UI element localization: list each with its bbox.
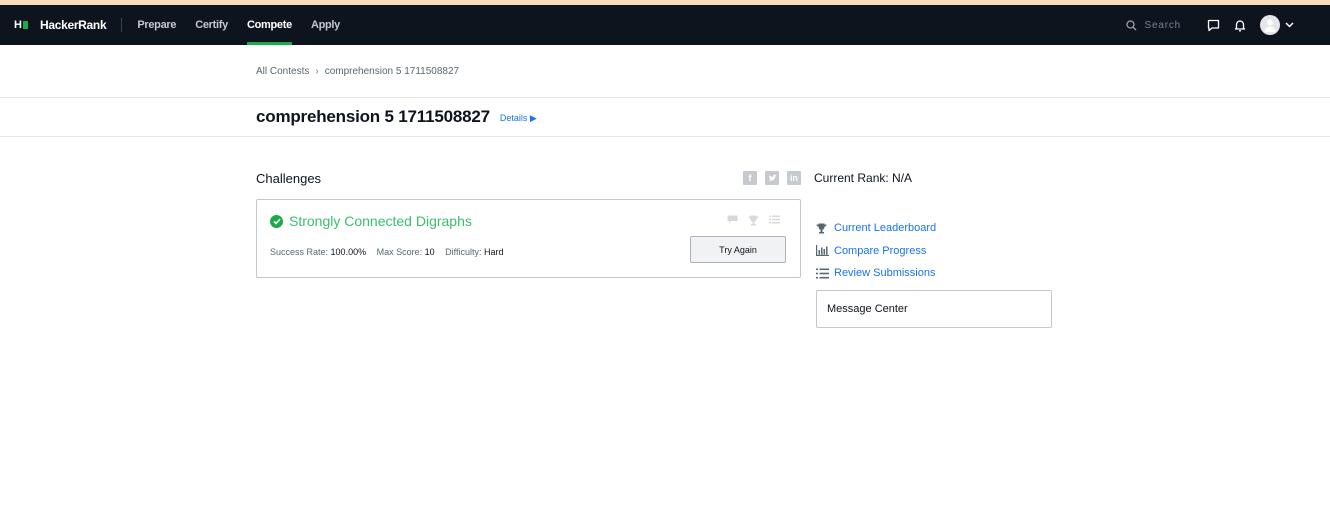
current-leaderboard-label: Current Leaderboard: [834, 222, 937, 235]
discussion-icon[interactable]: [727, 215, 738, 226]
top-navbar: H HackerRank Prepare Certify Compete App…: [0, 5, 1330, 45]
breadcrumb-current: comprehension 5 1711508827: [324, 65, 460, 77]
logo-text: HackerRank: [39, 18, 107, 32]
twitter-icon[interactable]: [765, 171, 779, 185]
trophy-icon[interactable]: [748, 215, 759, 226]
breadcrumb-all-contests[interactable]: All Contests: [256, 66, 309, 77]
bell-icon: [1234, 19, 1246, 31]
nav-link-compete[interactable]: Compete: [246, 5, 292, 45]
search-icon: [1125, 19, 1136, 30]
message-center-label: Message Center: [827, 303, 908, 315]
nav-link-apply[interactable]: Apply: [311, 5, 340, 45]
notifications-button[interactable]: [1234, 19, 1246, 32]
nav-right: Search: [1125, 5, 1330, 45]
review-submissions-link[interactable]: Review Submissions: [816, 262, 936, 285]
message-center-box[interactable]: Message Center: [816, 290, 1052, 328]
nav-link-prepare[interactable]: Prepare: [137, 5, 176, 45]
breadcrumb: All Contests › comprehension 5 171150882…: [0, 45, 1330, 98]
challenge-card-icons: [717, 215, 780, 226]
logo-mark-icon: H: [14, 19, 28, 31]
nav-link-certify[interactable]: Certify: [195, 5, 228, 45]
list-icon: [816, 268, 829, 279]
chevron-down-icon: [1285, 22, 1294, 28]
chat-icon: [1207, 19, 1220, 31]
current-leaderboard-link[interactable]: Current Leaderboard: [816, 217, 936, 240]
success-rate-value: 100.00%: [330, 247, 367, 257]
details-link[interactable]: Details ▶: [500, 113, 537, 124]
difficulty-value: Hard: [484, 247, 504, 257]
try-again-button[interactable]: Try Again: [690, 236, 786, 263]
profile-dropdown-button[interactable]: [1285, 22, 1294, 28]
share-buttons: f in: [743, 171, 809, 185]
messages-button[interactable]: [1207, 19, 1220, 32]
user-icon: [1264, 19, 1276, 32]
search-input[interactable]: Search: [1125, 19, 1182, 31]
difficulty-label: Difficulty:: [445, 247, 482, 257]
nav-divider: [121, 18, 123, 32]
linkedin-icon[interactable]: in: [787, 171, 801, 185]
list-icon[interactable]: [769, 215, 780, 226]
success-rate-label: Success Rate:: [270, 247, 329, 257]
challenge-title-row: Strongly Connected Digraphs: [270, 213, 472, 229]
solved-check-icon: [270, 214, 283, 228]
review-submissions-label: Review Submissions: [834, 267, 936, 280]
contest-header: comprehension 5 1711508827 Details ▶: [0, 98, 1330, 137]
avatar[interactable]: [1260, 15, 1280, 35]
bar-chart-icon: [816, 245, 829, 257]
compare-progress-label: Compare Progress: [834, 244, 927, 257]
hackerrank-logo[interactable]: H HackerRank: [14, 18, 107, 32]
challenges-heading: Challenges: [256, 171, 322, 186]
challenge-title[interactable]: Strongly Connected Digraphs: [289, 213, 472, 229]
current-rank: Current Rank: N/A: [814, 171, 913, 185]
challenge-card[interactable]: Strongly Connected Digraphs Success Rate…: [256, 199, 801, 278]
search-placeholder: Search: [1144, 19, 1181, 31]
breadcrumb-separator-icon: ›: [315, 65, 319, 77]
page-title: comprehension 5 1711508827: [256, 107, 490, 126]
facebook-icon[interactable]: f: [743, 171, 757, 185]
max-score-label: Max Score:: [376, 247, 423, 257]
challenge-stats: Success Rate: 100.00% Max Score: 10 Diff…: [270, 247, 512, 257]
compare-progress-link[interactable]: Compare Progress: [816, 240, 936, 263]
sidebar-links: Current Leaderboard Compare Progress Rev…: [816, 217, 936, 285]
max-score-value: 10: [424, 247, 435, 257]
trophy-icon: [816, 223, 829, 234]
